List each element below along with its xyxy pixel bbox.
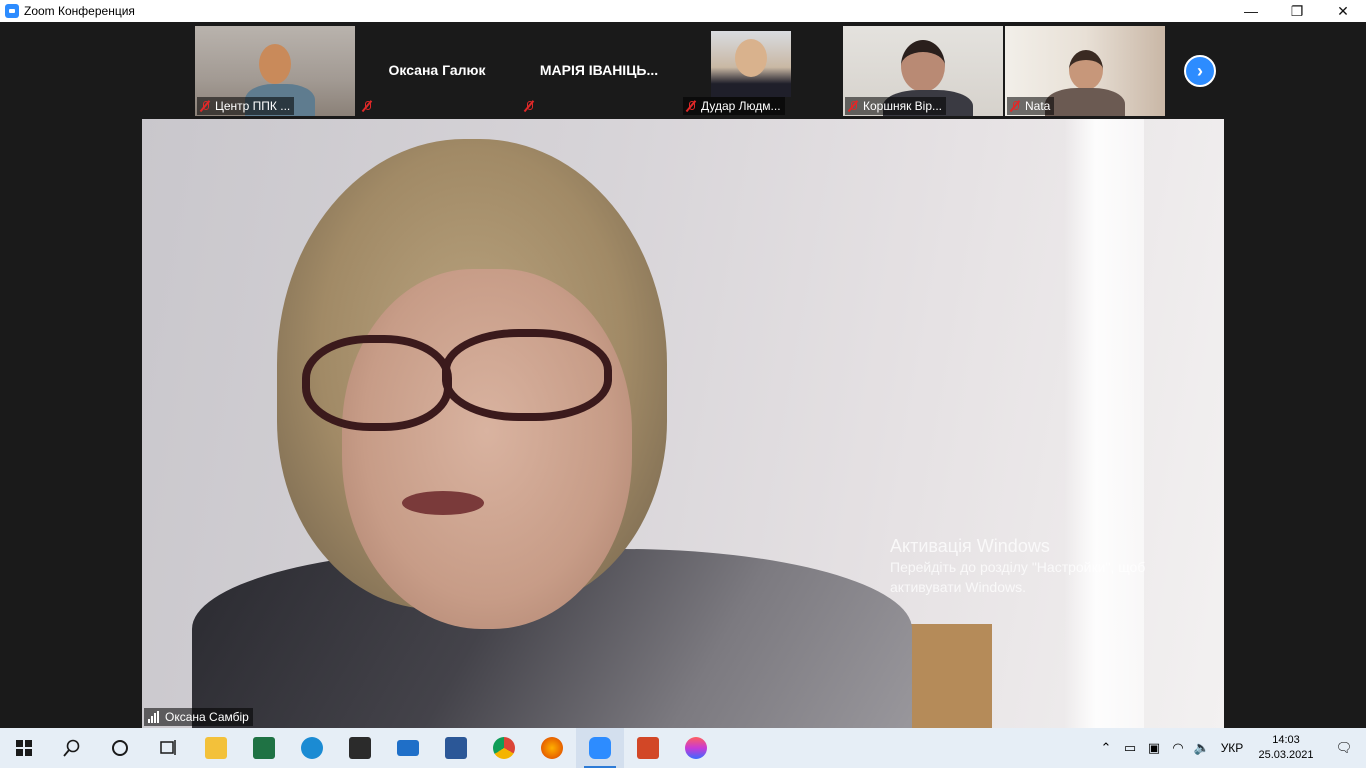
chrome-icon bbox=[493, 737, 515, 759]
participant-tile[interactable]: Оксана Галюк bbox=[357, 26, 517, 116]
window-light bbox=[1064, 119, 1144, 728]
glasses-right-lens bbox=[442, 329, 612, 421]
participant-head bbox=[735, 39, 767, 77]
participant-tile[interactable]: Nata bbox=[1005, 26, 1165, 116]
clock-time: 14:03 bbox=[1272, 734, 1300, 746]
profile-picture bbox=[711, 31, 791, 97]
zoom-taskbar-button[interactable] bbox=[576, 728, 624, 768]
drop-app-button[interactable] bbox=[672, 728, 720, 768]
mic-muted-icon bbox=[361, 100, 373, 112]
notifications-icon[interactable]: 🗨 bbox=[1322, 728, 1366, 768]
mic-muted-icon bbox=[685, 100, 697, 112]
network-warning-icon[interactable]: ▣ bbox=[1142, 728, 1166, 768]
task-view-icon bbox=[160, 740, 176, 755]
speaker-mouth bbox=[402, 491, 484, 515]
participant-label bbox=[359, 97, 381, 115]
mic-muted-icon bbox=[1009, 100, 1021, 112]
volume-icon[interactable]: 🔈 bbox=[1190, 728, 1214, 768]
participant-tile[interactable]: Центр ППК ... bbox=[195, 26, 355, 116]
mail-icon bbox=[397, 740, 419, 756]
participant-name-display: МАРІЯ ІВАНІЦЬ... bbox=[539, 62, 659, 78]
taskbar: ⌃ ▭ ▣ ◠ 🔈 УКР 14:03 25.03.2021 🗨 bbox=[0, 728, 1366, 768]
clock[interactable]: 14:03 25.03.2021 bbox=[1250, 733, 1322, 763]
participant-label: Nata bbox=[1007, 97, 1055, 115]
task-view-button[interactable] bbox=[144, 728, 192, 768]
language-indicator[interactable]: УКР bbox=[1214, 741, 1250, 755]
excel-button[interactable] bbox=[240, 728, 288, 768]
mic-muted-icon bbox=[847, 100, 859, 112]
edge-button[interactable] bbox=[288, 728, 336, 768]
wifi-icon[interactable]: ◠ bbox=[1166, 728, 1190, 768]
firefox-icon bbox=[541, 737, 563, 759]
firefox-button[interactable] bbox=[528, 728, 576, 768]
speaker-label: Оксана Самбір bbox=[144, 708, 253, 726]
speaker-face bbox=[342, 269, 632, 629]
participant-body bbox=[1045, 88, 1125, 116]
participant-tile[interactable]: Дудар Людм... bbox=[681, 26, 841, 116]
active-speaker-video: Оксана Самбір bbox=[142, 119, 1224, 728]
participant-tile[interactable]: Коршняк Вір... bbox=[843, 26, 1003, 116]
restore-button[interactable]: ❐ bbox=[1274, 0, 1320, 22]
mail-button[interactable] bbox=[384, 728, 432, 768]
participant-name-display: Оксана Галюк bbox=[388, 62, 486, 78]
store-button[interactable] bbox=[336, 728, 384, 768]
file-explorer-icon bbox=[205, 737, 227, 759]
system-tray: ⌃ ▭ ▣ ◠ 🔈 УКР 14:03 25.03.2021 🗨 bbox=[1094, 728, 1366, 768]
battery-icon[interactable]: ▭ bbox=[1118, 728, 1142, 768]
minimize-button[interactable]: — bbox=[1228, 0, 1274, 22]
presentation-button[interactable] bbox=[624, 728, 672, 768]
window-title: Zoom Конференция bbox=[24, 4, 135, 18]
activation-line-1: Перейдіть до розділу "Настройки", щоб bbox=[890, 559, 1146, 575]
store-icon bbox=[349, 737, 371, 759]
participant-head bbox=[901, 40, 945, 92]
activation-line-2: активувати Windows. bbox=[890, 579, 1026, 595]
zoom-app-icon bbox=[5, 4, 19, 18]
chrome-button[interactable] bbox=[480, 728, 528, 768]
next-page-arrow-icon[interactable]: › bbox=[1184, 55, 1216, 87]
excel-icon bbox=[253, 737, 275, 759]
speaker-name: Оксана Самбір bbox=[165, 710, 249, 724]
meeting-area: Центр ППК ... Оксана Галюк МАРІЯ ІВАНІЦЬ… bbox=[0, 22, 1366, 728]
participant-name: Центр ППК ... bbox=[215, 99, 291, 113]
windows-logo-icon bbox=[16, 740, 32, 756]
participant-head bbox=[259, 44, 291, 84]
search-icon bbox=[63, 739, 80, 757]
show-hidden-icons-chevron-icon[interactable]: ⌃ bbox=[1094, 728, 1118, 768]
cortana-button[interactable] bbox=[96, 728, 144, 768]
glasses-left-lens bbox=[302, 335, 452, 431]
participant-head bbox=[1069, 50, 1103, 90]
participant-label: Коршняк Вір... bbox=[845, 97, 947, 115]
mic-muted-icon bbox=[523, 100, 535, 112]
clock-date: 25.03.2021 bbox=[1258, 749, 1314, 761]
participant-label: Центр ППК ... bbox=[197, 97, 295, 115]
zoom-icon bbox=[589, 737, 611, 759]
file-explorer-button[interactable] bbox=[192, 728, 240, 768]
participant-name: Nata bbox=[1025, 99, 1051, 113]
participant-label bbox=[521, 97, 543, 115]
start-button[interactable] bbox=[0, 728, 48, 768]
participant-name: Дудар Людм... bbox=[701, 99, 781, 113]
participant-tile[interactable]: МАРІЯ ІВАНІЦЬ... bbox=[519, 26, 679, 116]
close-button[interactable]: ✕ bbox=[1320, 0, 1366, 22]
word-icon bbox=[445, 737, 467, 759]
edge-icon bbox=[301, 737, 323, 759]
cortana-icon bbox=[112, 740, 128, 756]
window-controls: — ❐ ✕ bbox=[1228, 0, 1366, 22]
presentation-icon bbox=[637, 737, 659, 759]
search-button[interactable] bbox=[48, 728, 96, 768]
activation-heading: Активація Windows bbox=[890, 536, 1050, 556]
drop-icon bbox=[685, 737, 707, 759]
mic-muted-icon bbox=[199, 100, 211, 112]
participant-label: Дудар Людм... bbox=[683, 97, 785, 115]
windows-activation-watermark: Активація Windows Перейдіть до розділу "… bbox=[890, 536, 1145, 597]
connection-signal-icon bbox=[148, 711, 159, 723]
participant-name: Коршняк Вір... bbox=[863, 99, 943, 113]
title-bar: Zoom Конференция — ❐ ✕ bbox=[0, 0, 1366, 22]
participant-strip: Центр ППК ... Оксана Галюк МАРІЯ ІВАНІЦЬ… bbox=[195, 26, 1165, 116]
word-button[interactable] bbox=[432, 728, 480, 768]
